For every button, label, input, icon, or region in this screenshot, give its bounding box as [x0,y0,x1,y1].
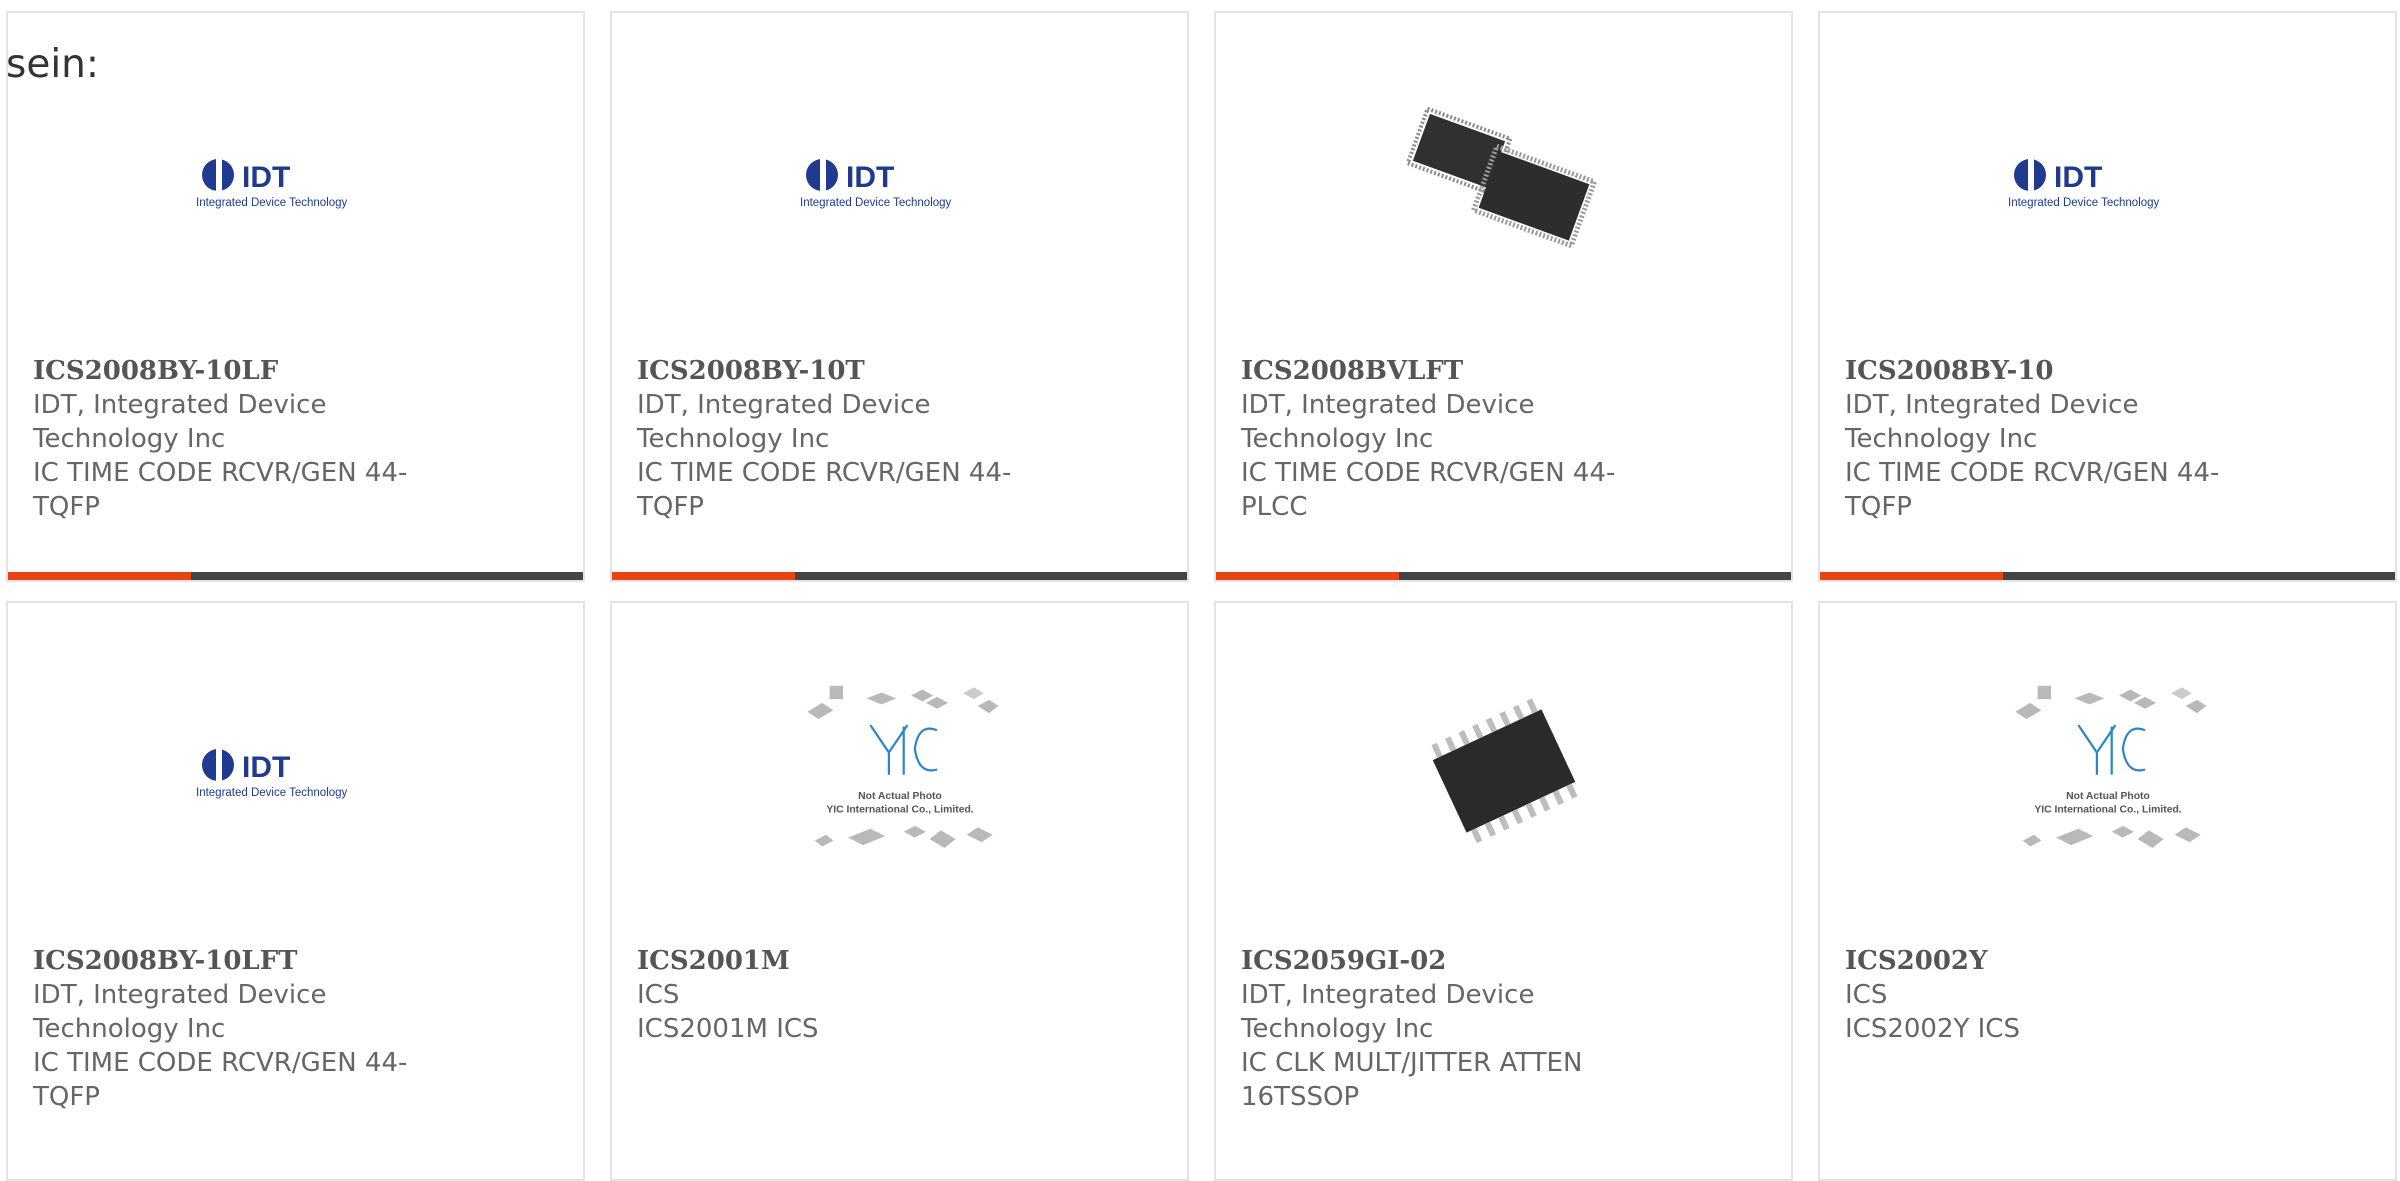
not-actual-photo-icon: Not Actual Photo YIC International Co., … [806,685,999,849]
card-accent-bar [8,572,191,580]
manufacturer: IDT, Integrated Device Technology Inc [637,390,931,454]
card-accent-bar [1820,572,2003,580]
svg-text:Integrated Device Technology: Integrated Device Technology [800,197,952,209]
product-image[interactable] [1404,671,1604,871]
product-image[interactable]: IDT Integrated Device Technology [196,81,396,281]
description: IC TIME CODE RCVR/GEN 44-TQFP [33,1048,408,1112]
idt-logo-icon: IDT Integrated Device Technology [2008,159,2160,209]
svg-text:IDT: IDT [2054,161,2102,194]
svg-text:Integrated Device Technology: Integrated Device Technology [2008,197,2160,209]
svg-text:IDT: IDT [242,161,290,194]
card-accent-bar [1216,572,1399,580]
plcc-chip-photo-icon [1404,106,1598,249]
idt-logo-icon: IDT Integrated Device Technology [196,159,348,209]
card-footer-bar [8,572,583,580]
product-image[interactable]: IDT Integrated Device Technology [800,81,1000,281]
product-image[interactable] [1404,81,1604,281]
product-card[interactable]: Not Actual Photo YIC International Co., … [1818,601,2397,1181]
part-number[interactable]: ICS2008BY-10LFT [33,944,433,978]
manufacturer: IDT, Integrated Device Technology Inc [1845,390,2139,454]
product-image[interactable]: Not Actual Photo YIC International Co., … [800,671,1000,871]
description: IC TIME CODE RCVR/GEN 44-TQFP [637,458,1012,522]
part-number[interactable]: ICS2008BY-10LF [33,354,433,388]
product-image[interactable]: IDT Integrated Device Technology [196,671,396,871]
manufacturer: IDT, Integrated Device Technology Inc [33,980,327,1044]
not-actual-photo-icon: Not Actual Photo YIC International Co., … [2014,685,2207,849]
description: ICS2002Y ICS [1845,1014,2020,1044]
part-number[interactable]: ICS2008BY-10 [1845,354,2245,388]
idt-logo-icon: IDT Integrated Device Technology [800,159,952,209]
part-number[interactable]: ICS2008BY-10T [637,354,1037,388]
description: IC TIME CODE RCVR/GEN 44-PLCC [1241,458,1616,522]
product-card[interactable]: ICS2059GI-02 IDT, Integrated Device Tech… [1214,601,1793,1181]
part-number[interactable]: ICS2059GI-02 [1241,944,1641,978]
manufacturer: IDT, Integrated Device Technology Inc [33,390,327,454]
product-card[interactable]: IDT Integrated Device Technology ICS2008… [610,11,1189,582]
idt-logo-icon: IDT Integrated Device Technology [196,749,348,799]
svg-text:Not Actual Photo: Not Actual Photo [858,791,942,802]
svg-text:Not Actual Photo: Not Actual Photo [2066,791,2150,802]
svg-text:YIC International Co., Limited: YIC International Co., Limited. [2034,804,2181,815]
manufacturer: ICS [1845,980,1888,1010]
svg-text:Integrated Device Technology: Integrated Device Technology [196,787,348,799]
product-image[interactable]: Not Actual Photo YIC International Co., … [2008,671,2208,871]
manufacturer: ICS [637,980,680,1010]
svg-text:Integrated Device Technology: Integrated Device Technology [196,197,348,209]
product-card[interactable]: IDT Integrated Device Technology ICS2008… [6,601,585,1181]
description: IC CLK MULT/JITTER ATTEN 16TSSOP [1241,1048,1583,1112]
part-number[interactable]: ICS2001M [637,944,1037,978]
part-number[interactable]: ICS2002Y [1845,944,2245,978]
product-image[interactable]: IDT Integrated Device Technology [2008,81,2208,281]
description: ICS2001M ICS [637,1014,819,1044]
product-card[interactable]: IDT Integrated Device Technology ICS2008… [6,11,585,582]
tssop-chip-photo-icon [1430,698,1578,844]
card-footer-bar [1216,572,1791,580]
svg-text:IDT: IDT [846,161,894,194]
product-card[interactable]: ICS2008BVLFT IDT, Integrated Device Tech… [1214,11,1793,582]
card-accent-bar [612,572,795,580]
card-footer-bar [612,572,1187,580]
manufacturer: IDT, Integrated Device Technology Inc [1241,390,1535,454]
card-footer-bar [1820,572,2395,580]
product-card[interactable]: Not Actual Photo YIC International Co., … [610,601,1189,1181]
part-number[interactable]: ICS2008BVLFT [1241,354,1641,388]
page-title: sein: [6,42,100,87]
svg-text:YIC International Co., Limited: YIC International Co., Limited. [826,804,973,815]
manufacturer: IDT, Integrated Device Technology Inc [1241,980,1535,1044]
product-card[interactable]: IDT Integrated Device Technology ICS2008… [1818,11,2397,582]
svg-text:IDT: IDT [242,751,290,784]
description: IC TIME CODE RCVR/GEN 44-TQFP [1845,458,2220,522]
description: IC TIME CODE RCVR/GEN 44-TQFP [33,458,408,522]
